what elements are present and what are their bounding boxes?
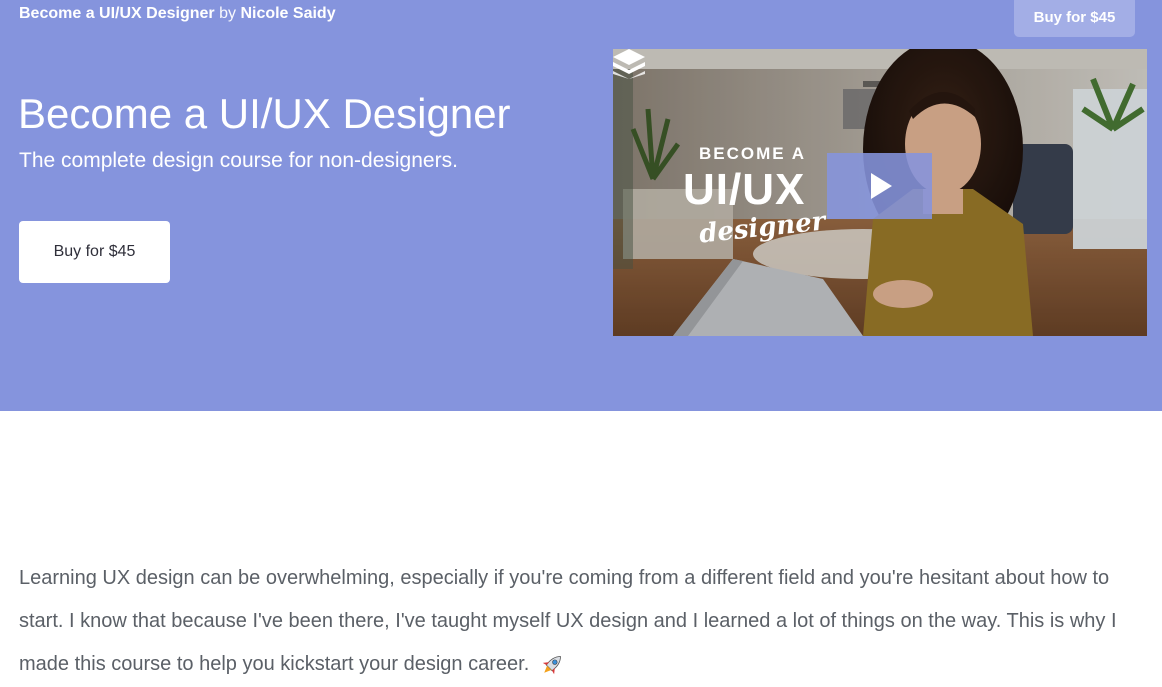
- page-title: Become a UI/UX Designer: [18, 90, 511, 137]
- course-description-text: Learning UX design can be overwhelming, …: [19, 567, 1117, 675]
- page-subtitle: The complete design course for non-desig…: [19, 149, 458, 172]
- video-become-text: BECOME A: [699, 144, 806, 163]
- header-course-title[interactable]: Become a UI/UX Designer: [19, 5, 215, 22]
- video-uiux-text: UI/UX: [683, 165, 806, 214]
- course-description: Learning UX design can be overwhelming, …: [19, 557, 1144, 686]
- hero-buy-button[interactable]: Buy for $45: [19, 221, 170, 283]
- play-button[interactable]: [827, 153, 932, 219]
- play-icon: [871, 173, 892, 199]
- video-player[interactable]: BECOME A UI/UX designer: [613, 49, 1147, 336]
- header-by: by: [219, 5, 236, 22]
- rocket-icon: [542, 655, 561, 674]
- header-author[interactable]: Nicole Saidy: [240, 5, 335, 22]
- header-title: Become a UI/UX Designer by Nicole Saidy: [19, 5, 336, 23]
- hero-section: Become a UI/UX Designer by Nicole Saidy …: [0, 0, 1162, 411]
- header-buy-button[interactable]: Buy for $45: [1014, 0, 1135, 37]
- layers-logo-icon: [613, 49, 645, 79]
